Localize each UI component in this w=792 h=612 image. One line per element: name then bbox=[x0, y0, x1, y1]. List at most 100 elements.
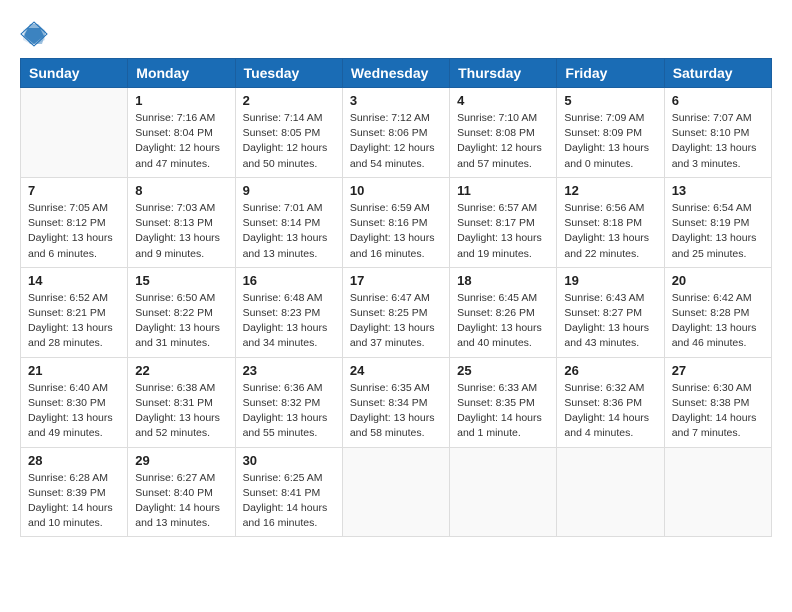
logo-icon bbox=[20, 20, 48, 48]
day-info: Sunrise: 6:57 AMSunset: 8:17 PMDaylight:… bbox=[457, 201, 549, 262]
day-info: Sunrise: 6:36 AMSunset: 8:32 PMDaylight:… bbox=[243, 381, 335, 442]
calendar-header-row: SundayMondayTuesdayWednesdayThursdayFrid… bbox=[21, 59, 772, 88]
calendar-week-row: 28Sunrise: 6:28 AMSunset: 8:39 PMDayligh… bbox=[21, 447, 772, 537]
day-header-friday: Friday bbox=[557, 59, 664, 88]
day-info: Sunrise: 7:14 AMSunset: 8:05 PMDaylight:… bbox=[243, 111, 335, 172]
day-number: 18 bbox=[457, 273, 549, 288]
day-number: 6 bbox=[672, 93, 764, 108]
calendar-cell: 11 Sunrise: 6:57 AMSunset: 8:17 PMDayligh… bbox=[450, 177, 557, 267]
day-number: 12 bbox=[564, 183, 656, 198]
calendar-cell: 19 Sunrise: 6:43 AMSunset: 8:27 PMDayligh… bbox=[557, 267, 664, 357]
day-number: 20 bbox=[672, 273, 764, 288]
day-info: Sunrise: 6:30 AMSunset: 8:38 PMDaylight:… bbox=[672, 381, 764, 442]
calendar-cell: 18 Sunrise: 6:45 AMSunset: 8:26 PMDayligh… bbox=[450, 267, 557, 357]
day-info: Sunrise: 6:25 AMSunset: 8:41 PMDaylight:… bbox=[243, 471, 335, 532]
day-number: 21 bbox=[28, 363, 120, 378]
day-number: 14 bbox=[28, 273, 120, 288]
day-info: Sunrise: 6:38 AMSunset: 8:31 PMDaylight:… bbox=[135, 381, 227, 442]
calendar-cell: 6 Sunrise: 7:07 AMSunset: 8:10 PMDaylight… bbox=[664, 88, 771, 178]
day-info: Sunrise: 7:12 AMSunset: 8:06 PMDaylight:… bbox=[350, 111, 442, 172]
calendar-cell bbox=[21, 88, 128, 178]
day-info: Sunrise: 7:16 AMSunset: 8:04 PMDaylight:… bbox=[135, 111, 227, 172]
day-info: Sunrise: 6:48 AMSunset: 8:23 PMDaylight:… bbox=[243, 291, 335, 352]
day-info: Sunrise: 6:42 AMSunset: 8:28 PMDaylight:… bbox=[672, 291, 764, 352]
day-number: 25 bbox=[457, 363, 549, 378]
calendar-cell: 8Sunrise: 7:03 AMSunset: 8:13 PMDaylight… bbox=[128, 177, 235, 267]
day-number: 15 bbox=[135, 273, 227, 288]
day-number: 19 bbox=[564, 273, 656, 288]
day-number: 2 bbox=[243, 93, 335, 108]
day-info: Sunrise: 7:07 AMSunset: 8:10 PMDaylight:… bbox=[672, 111, 764, 172]
header bbox=[20, 20, 772, 48]
day-number: 28 bbox=[28, 453, 120, 468]
calendar-cell: 10 Sunrise: 6:59 AMSunset: 8:16 PMDayligh… bbox=[342, 177, 449, 267]
calendar-cell: 25 Sunrise: 6:33 AMSunset: 8:35 PMDayligh… bbox=[450, 357, 557, 447]
day-number: 10 bbox=[350, 183, 442, 198]
day-info: Sunrise: 6:35 AMSunset: 8:34 PMDaylight:… bbox=[350, 381, 442, 442]
calendar-cell bbox=[450, 447, 557, 537]
calendar-cell bbox=[664, 447, 771, 537]
calendar-cell: 2 Sunrise: 7:14 AMSunset: 8:05 PMDaylight… bbox=[235, 88, 342, 178]
day-info: Sunrise: 7:01 AMSunset: 8:14 PMDaylight:… bbox=[243, 201, 335, 262]
calendar-cell: 28Sunrise: 6:28 AMSunset: 8:39 PMDayligh… bbox=[21, 447, 128, 537]
day-info: Sunrise: 6:32 AMSunset: 8:36 PMDaylight:… bbox=[564, 381, 656, 442]
calendar-cell: 24 Sunrise: 6:35 AMSunset: 8:34 PMDayligh… bbox=[342, 357, 449, 447]
day-number: 7 bbox=[28, 183, 120, 198]
day-info: Sunrise: 7:05 AMSunset: 8:12 PMDaylight:… bbox=[28, 201, 120, 262]
calendar-cell: 5 Sunrise: 7:09 AMSunset: 8:09 PMDaylight… bbox=[557, 88, 664, 178]
day-number: 23 bbox=[243, 363, 335, 378]
calendar-cell: 17 Sunrise: 6:47 AMSunset: 8:25 PMDayligh… bbox=[342, 267, 449, 357]
day-number: 22 bbox=[135, 363, 227, 378]
calendar-cell: 26 Sunrise: 6:32 AMSunset: 8:36 PMDayligh… bbox=[557, 357, 664, 447]
day-number: 17 bbox=[350, 273, 442, 288]
day-number: 9 bbox=[243, 183, 335, 198]
day-number: 3 bbox=[350, 93, 442, 108]
day-header-thursday: Thursday bbox=[450, 59, 557, 88]
day-info: Sunrise: 6:45 AMSunset: 8:26 PMDaylight:… bbox=[457, 291, 549, 352]
day-header-saturday: Saturday bbox=[664, 59, 771, 88]
calendar-cell bbox=[342, 447, 449, 537]
calendar-week-row: 21 Sunrise: 6:40 AMSunset: 8:30 PMDayligh… bbox=[21, 357, 772, 447]
calendar-week-row: 7 Sunrise: 7:05 AMSunset: 8:12 PMDaylight… bbox=[21, 177, 772, 267]
day-info: Sunrise: 7:09 AMSunset: 8:09 PMDaylight:… bbox=[564, 111, 656, 172]
day-number: 5 bbox=[564, 93, 656, 108]
day-number: 16 bbox=[243, 273, 335, 288]
day-header-sunday: Sunday bbox=[21, 59, 128, 88]
calendar-cell: 15 Sunrise: 6:50 AMSunset: 8:22 PMDayligh… bbox=[128, 267, 235, 357]
calendar-cell: 4Sunrise: 7:10 AMSunset: 8:08 PMDaylight… bbox=[450, 88, 557, 178]
day-header-tuesday: Tuesday bbox=[235, 59, 342, 88]
calendar-cell: 7 Sunrise: 7:05 AMSunset: 8:12 PMDaylight… bbox=[21, 177, 128, 267]
calendar-cell: 1 Sunrise: 7:16 AMSunset: 8:04 PMDaylight… bbox=[128, 88, 235, 178]
calendar-cell: 13Sunrise: 6:54 AMSunset: 8:19 PMDayligh… bbox=[664, 177, 771, 267]
calendar-cell: 3 Sunrise: 7:12 AMSunset: 8:06 PMDaylight… bbox=[342, 88, 449, 178]
day-info: Sunrise: 6:27 AMSunset: 8:40 PMDaylight:… bbox=[135, 471, 227, 532]
calendar-week-row: 1 Sunrise: 7:16 AMSunset: 8:04 PMDaylight… bbox=[21, 88, 772, 178]
day-header-monday: Monday bbox=[128, 59, 235, 88]
day-number: 26 bbox=[564, 363, 656, 378]
calendar-cell: 21 Sunrise: 6:40 AMSunset: 8:30 PMDayligh… bbox=[21, 357, 128, 447]
day-info: Sunrise: 6:47 AMSunset: 8:25 PMDaylight:… bbox=[350, 291, 442, 352]
logo bbox=[20, 20, 54, 48]
day-info: Sunrise: 6:33 AMSunset: 8:35 PMDaylight:… bbox=[457, 381, 549, 442]
calendar-week-row: 14Sunrise: 6:52 AMSunset: 8:21 PMDayligh… bbox=[21, 267, 772, 357]
day-info: Sunrise: 6:59 AMSunset: 8:16 PMDaylight:… bbox=[350, 201, 442, 262]
calendar-cell: 16 Sunrise: 6:48 AMSunset: 8:23 PMDayligh… bbox=[235, 267, 342, 357]
calendar-cell: 22 Sunrise: 6:38 AMSunset: 8:31 PMDayligh… bbox=[128, 357, 235, 447]
calendar-cell: 9 Sunrise: 7:01 AMSunset: 8:14 PMDaylight… bbox=[235, 177, 342, 267]
calendar-cell: 30Sunrise: 6:25 AMSunset: 8:41 PMDayligh… bbox=[235, 447, 342, 537]
day-number: 24 bbox=[350, 363, 442, 378]
day-header-wednesday: Wednesday bbox=[342, 59, 449, 88]
calendar-cell: 12Sunrise: 6:56 AMSunset: 8:18 PMDayligh… bbox=[557, 177, 664, 267]
day-info: Sunrise: 6:43 AMSunset: 8:27 PMDaylight:… bbox=[564, 291, 656, 352]
day-number: 1 bbox=[135, 93, 227, 108]
calendar-cell: 23 Sunrise: 6:36 AMSunset: 8:32 PMDayligh… bbox=[235, 357, 342, 447]
day-number: 11 bbox=[457, 183, 549, 198]
day-info: Sunrise: 6:40 AMSunset: 8:30 PMDaylight:… bbox=[28, 381, 120, 442]
day-info: Sunrise: 7:10 AMSunset: 8:08 PMDaylight:… bbox=[457, 111, 549, 172]
calendar-cell: 29 Sunrise: 6:27 AMSunset: 8:40 PMDayligh… bbox=[128, 447, 235, 537]
calendar-cell: 14Sunrise: 6:52 AMSunset: 8:21 PMDayligh… bbox=[21, 267, 128, 357]
calendar-cell: 27Sunrise: 6:30 AMSunset: 8:38 PMDayligh… bbox=[664, 357, 771, 447]
day-number: 29 bbox=[135, 453, 227, 468]
day-number: 13 bbox=[672, 183, 764, 198]
day-info: Sunrise: 6:50 AMSunset: 8:22 PMDaylight:… bbox=[135, 291, 227, 352]
